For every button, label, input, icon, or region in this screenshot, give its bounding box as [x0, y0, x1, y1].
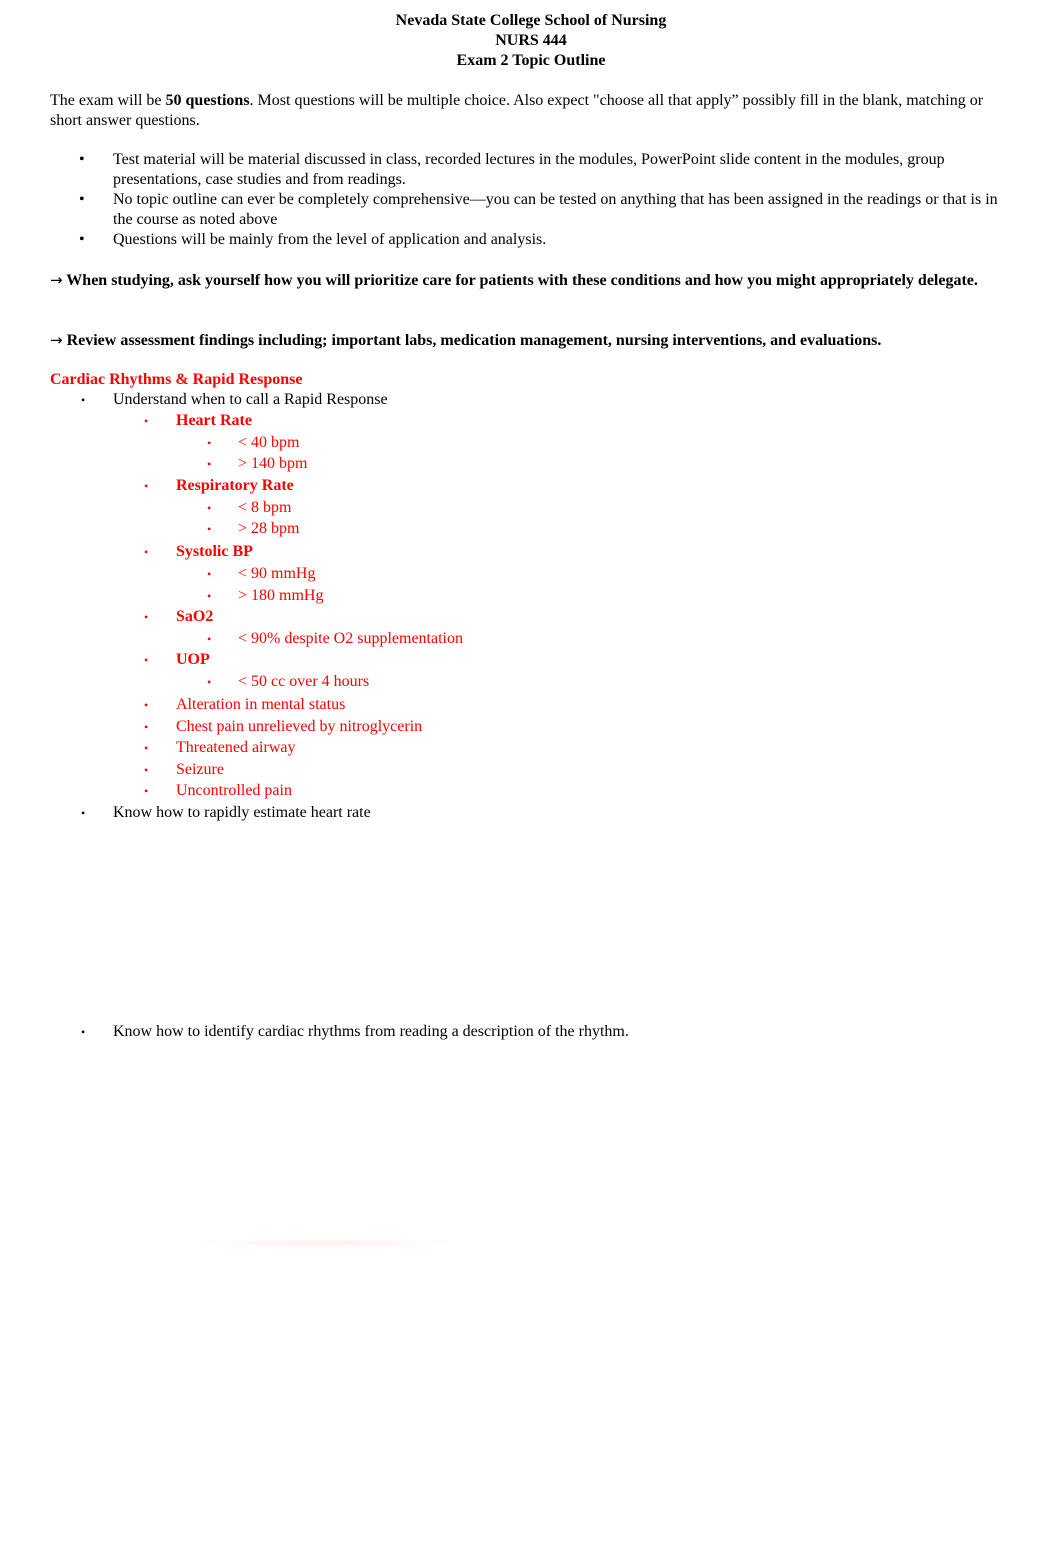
outline-item-text: Know how to rapidly estimate heart rate [113, 804, 371, 821]
intro-paragraph: The exam will be 50 questions. Most ques… [50, 91, 1010, 131]
outline-item-text: > 28 bpm [238, 520, 300, 537]
bullet-icon: • [81, 806, 86, 820]
bullet-icon: • [207, 436, 212, 450]
bullet-icon: • [207, 457, 212, 471]
bullet-icon: • [207, 589, 212, 603]
bullet-icon: • [207, 675, 212, 689]
review-note: → Review assessment findings including; … [50, 330, 1010, 351]
outline-item-text: < 90 mmHg [238, 565, 316, 582]
bullet-icon: • [144, 698, 149, 712]
outline-item-text: < 40 bpm [238, 434, 300, 451]
bullet-icon: • [144, 610, 149, 624]
school-name: Nevada State College School of Nursing [395, 12, 667, 29]
arrow-right-icon: → [50, 271, 63, 289]
document-title: Exam 2 Topic Outline [456, 52, 606, 69]
bullet-icon: • [144, 741, 149, 755]
bullet-icon: • [207, 522, 212, 536]
outline-item-text: < 50 cc over 4 hours [238, 673, 370, 690]
outline-item-text: Systolic BP [176, 543, 253, 560]
bullet-icon: • [144, 414, 149, 428]
outline-item-text: Understand when to call a Rapid Response [113, 391, 388, 408]
bullet-icon: • [81, 393, 86, 407]
study-note-text: When studying, ask yourself how you will… [66, 272, 978, 289]
outline-item-text: Uncontrolled pain [176, 782, 292, 799]
bullet-icon: • [79, 191, 85, 208]
outline-item-text: Respiratory Rate [176, 477, 294, 494]
intro-question-count: 50 questions [165, 92, 250, 109]
info-bullet-text: No topic outline can ever be completely … [113, 191, 998, 228]
bullet-icon: • [144, 653, 149, 667]
arrow-right-icon: → [50, 331, 63, 349]
section-title: Cardiac Rhythms & Rapid Response [50, 371, 303, 388]
bullet-icon: • [144, 545, 149, 559]
document-page: Nevada State College School of Nursing N… [0, 0, 1062, 1556]
outline-item-text: Heart Rate [176, 412, 252, 429]
info-bullet-text: Questions will be mainly from the level … [113, 231, 547, 248]
bullet-icon: • [79, 231, 85, 248]
outline-item-text: Chest pain unrelieved by nitroglycerin [176, 718, 423, 735]
bullet-icon: • [207, 632, 212, 646]
bullet-icon: • [207, 501, 212, 515]
outline-item-text: UOP [176, 651, 210, 668]
review-note-text: Review assessment findings including; im… [66, 332, 882, 349]
outline-item-text: > 180 mmHg [238, 587, 324, 604]
document-header: Nevada State College School of Nursing N… [0, 11, 1062, 71]
bullet-icon: • [81, 1025, 86, 1039]
image-artifact [190, 1238, 460, 1248]
course-code: NURS 444 [495, 32, 567, 49]
intro-text-before: The exam will be [50, 92, 166, 109]
outline-item-text: SaO2 [176, 608, 214, 625]
outline-item-text: > 140 bpm [238, 455, 308, 472]
outline-item-text: Alteration in mental status [176, 696, 346, 713]
outline-item-text: Know how to identify cardiac rhythms fro… [113, 1023, 629, 1040]
bullet-icon: • [207, 567, 212, 581]
bullet-icon: • [144, 784, 149, 798]
outline-item-text: < 90% despite O2 supplementation [238, 630, 463, 647]
bullet-icon: • [144, 479, 149, 493]
info-bullet-text: Test material will be material discussed… [113, 151, 945, 188]
outline-item-text: < 8 bpm [238, 499, 292, 516]
outline-item-text: Seizure [176, 761, 224, 778]
outline-item-text: Threatened airway [176, 739, 296, 756]
bullet-icon: • [144, 720, 149, 734]
study-note: → When studying, ask yourself how you wi… [50, 270, 1010, 291]
bullet-icon: • [79, 151, 85, 168]
bullet-icon: • [144, 763, 149, 777]
